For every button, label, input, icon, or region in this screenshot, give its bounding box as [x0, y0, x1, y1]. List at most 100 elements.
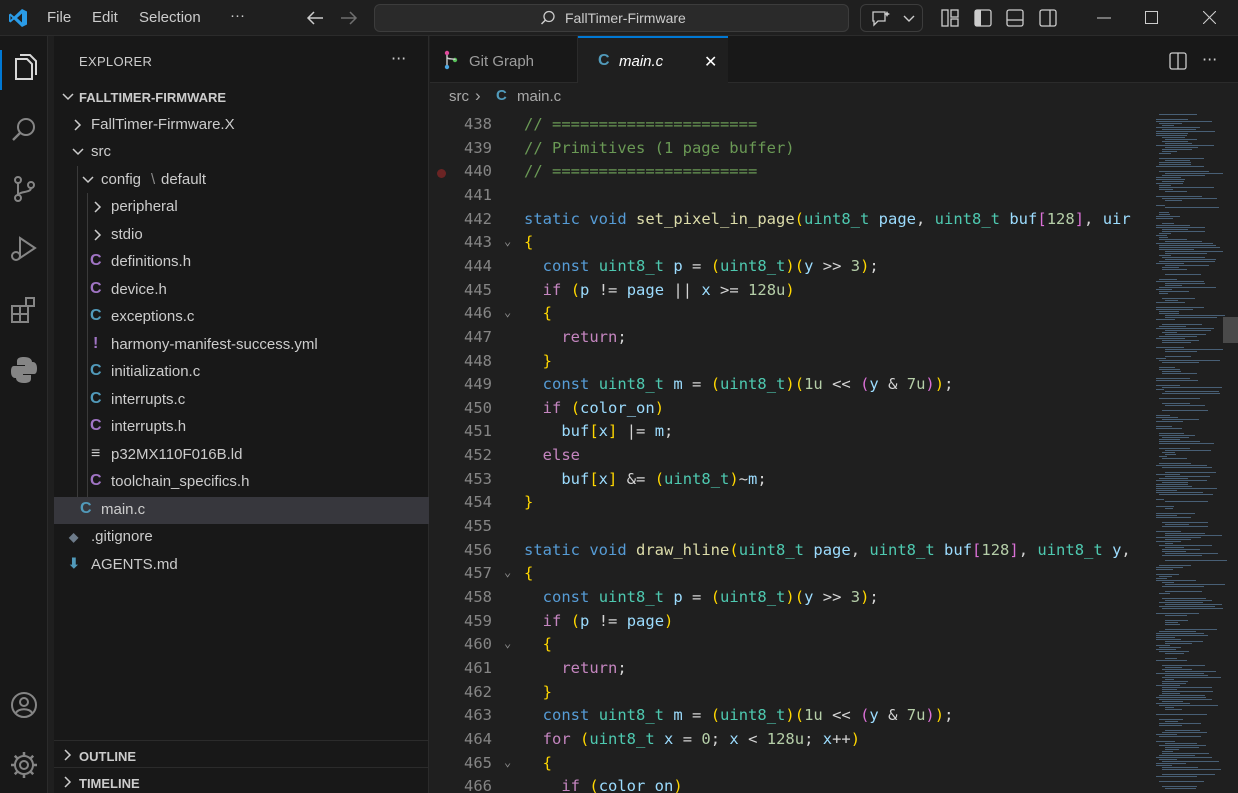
line-number: 438 [464, 115, 492, 133]
code-line[interactable]: 457 ⌄ { [430, 562, 1145, 586]
toggle-secondary-sidebar-icon[interactable] [1039, 9, 1057, 27]
split-editor-icon[interactable] [1169, 52, 1187, 70]
code-line[interactable]: 446 ⌄ { [430, 302, 1145, 326]
timeline-section-header[interactable]: TIMELINE [54, 769, 429, 793]
fold-chevron-icon[interactable]: ⌄ [504, 636, 511, 650]
code-line[interactable]: 462 } [430, 681, 1145, 705]
tree-item-folder[interactable]: config \ default [54, 167, 429, 194]
tree-item-file-selected[interactable]: C main.c [54, 497, 429, 524]
code-line[interactable]: 444 const uint8_t p = (uint8_t)(y >> 3); [430, 255, 1145, 279]
minimap[interactable] [1152, 111, 1230, 793]
fold-chevron-icon[interactable]: ⌄ [504, 565, 511, 579]
breadcrumb-folder[interactable]: src [449, 88, 469, 105]
settings-gear-icon[interactable] [8, 749, 40, 781]
menu-selection[interactable]: Selection [139, 9, 201, 26]
tree-item-file[interactable]: C device.h [54, 277, 429, 304]
code-line[interactable]: 459 if (p != page) [430, 610, 1145, 634]
python-icon[interactable] [8, 354, 40, 386]
tree-item-file[interactable]: C interrupts.h [54, 414, 429, 441]
minimap-line [1159, 114, 1197, 115]
tree-item-file[interactable]: C interrupts.c [54, 387, 429, 414]
tab-close-icon[interactable]: ✕ [704, 52, 717, 72]
minimap-line [1162, 371, 1181, 372]
tree-item-file[interactable]: ⬇ AGENTS.md [54, 552, 429, 579]
menu-edit[interactable]: Edit [92, 9, 118, 26]
code-line[interactable]: 458 const uint8_t p = (uint8_t)(y >> 3); [430, 586, 1145, 610]
code-line[interactable]: 451 buf[x] |= m; [430, 420, 1145, 444]
menu-more[interactable]: ··· [230, 7, 245, 24]
tree-item-file[interactable]: C initialization.c [54, 359, 429, 386]
run-debug-icon[interactable] [8, 233, 40, 265]
code-line[interactable]: 455 [430, 515, 1145, 539]
account-icon[interactable] [8, 689, 40, 721]
code-line[interactable]: 454} [430, 491, 1145, 515]
tree-item-folder[interactable]: src [54, 139, 429, 166]
forward-arrow-icon[interactable] [339, 9, 359, 27]
menu-file[interactable]: File [47, 9, 71, 26]
c-file-icon: C [90, 362, 102, 379]
sidebar-more-button[interactable]: ··· [391, 49, 406, 68]
scrollbar-thumb[interactable] [1223, 317, 1238, 343]
divider [54, 767, 429, 768]
tab-git-graph[interactable]: Git Graph [430, 36, 578, 83]
tree-item-folder[interactable]: peripheral [54, 194, 429, 221]
search-icon[interactable] [8, 114, 40, 146]
outline-section-header[interactable]: OUTLINE [54, 742, 429, 769]
code-line[interactable]: 461 return; [430, 657, 1145, 681]
code-line[interactable]: 452 else [430, 444, 1145, 468]
code-editor[interactable]: 438 // ====================== 439 // Primit… [430, 111, 1145, 793]
tree-item-file[interactable]: C definitions.h [54, 249, 429, 276]
fold-chevron-icon[interactable]: ⌄ [504, 234, 511, 248]
editor-more-actions[interactable]: ··· [1202, 50, 1217, 69]
minimap-line [1156, 492, 1203, 493]
workspace-root[interactable]: FALLTIMER-FIRMWARE [54, 84, 429, 111]
code-line[interactable]: 460 ⌄ { [430, 633, 1145, 657]
minimap-line [1162, 582, 1174, 583]
code-line[interactable]: 441 [430, 184, 1145, 208]
breadcrumb-file[interactable]: main.c [517, 88, 561, 105]
toggle-primary-sidebar-icon[interactable] [974, 9, 992, 27]
toggle-panel-icon[interactable] [1006, 9, 1024, 27]
code-text: { [542, 304, 553, 323]
code-line[interactable]: 445 if (p != page || x >= 128u) [430, 279, 1145, 303]
explorer-icon[interactable] [8, 52, 40, 84]
back-arrow-icon[interactable] [305, 9, 325, 27]
chevron-right-icon [64, 776, 72, 788]
code-line[interactable]: 443 ⌄ { [430, 231, 1145, 255]
tree-item-file[interactable]: C toolchain_specifics.h [54, 469, 429, 496]
code-line[interactable]: 449 const uint8_t m = (uint8_t)(1u << (y… [430, 373, 1145, 397]
line-number: 464 [464, 729, 492, 748]
tree-item-file[interactable]: ! harmony-manifest-success.yml [54, 332, 429, 359]
minimize-icon[interactable] [1097, 17, 1111, 19]
source-control-icon[interactable] [8, 173, 40, 205]
extensions-icon[interactable] [8, 294, 40, 326]
code-line[interactable]: 464 for (uint8_t x = 0; x < 128u; x++) [430, 728, 1145, 752]
code-line[interactable]: 440 // ====================== [430, 160, 1145, 184]
code-line[interactable]: 465 ⌄ { [430, 752, 1145, 776]
code-line[interactable]: 463 const uint8_t m = (uint8_t)(1u << (y… [430, 704, 1145, 728]
tree-item-file[interactable]: ≡ p32MX110F016B.ld [54, 442, 429, 469]
maximize-icon[interactable] [1145, 11, 1158, 24]
fold-chevron-icon[interactable]: ⌄ [504, 755, 511, 769]
tree-item-file[interactable]: C exceptions.c [54, 304, 429, 331]
code-line[interactable]: 438 // ====================== [430, 113, 1145, 137]
code-line[interactable]: 466 if (color_on) [430, 775, 1145, 793]
close-icon[interactable] [1203, 11, 1216, 24]
customize-layout-icon[interactable] [941, 9, 959, 27]
tree-item-folder[interactable]: FallTimer-Firmware.X [54, 112, 429, 139]
command-center-search[interactable]: FallTimer-Firmware [374, 4, 849, 32]
code-line[interactable]: 456 static void draw_hline(uint8_t page, … [430, 539, 1145, 563]
fold-chevron-icon[interactable]: ⌄ [504, 305, 511, 319]
code-line[interactable]: 447 return; [430, 326, 1145, 350]
copilot-chat-button[interactable] [860, 4, 923, 32]
code-line[interactable]: 442 static void set_pixel_in_page(uint8_t… [430, 208, 1145, 232]
code-line[interactable]: 453 buf[x] &= (uint8_t)~m; [430, 468, 1145, 492]
line-number: 455 [464, 517, 492, 536]
tree-item-folder[interactable]: stdio [54, 222, 429, 249]
tree-item-file[interactable]: ◆ .gitignore [54, 524, 429, 551]
code-line[interactable]: 448 } [430, 350, 1145, 374]
tab-main-c[interactable]: C main.c ✕ [578, 36, 728, 83]
minimap-line [1156, 499, 1164, 500]
code-line[interactable]: 450 if (color_on) [430, 397, 1145, 421]
code-line[interactable]: 439 // Primitives (1 page buffer) [430, 137, 1145, 161]
